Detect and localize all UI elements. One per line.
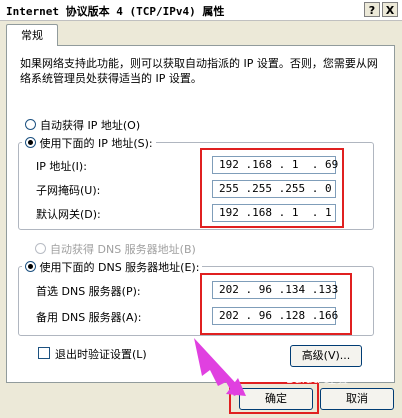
- auto-dns-label: 自动获得 DNS 服务器地址(B): [50, 243, 196, 256]
- alternate-dns-label: 备用 DNS 服务器(A):: [36, 311, 142, 324]
- radio-auto-dns[interactable]: [35, 243, 46, 254]
- default-gateway-label: 默认网关(D):: [36, 208, 101, 221]
- advanced-button[interactable]: 高级(V)...: [290, 345, 362, 367]
- window-title: Internet 协议版本 4 (TCP/IPv4) 属性: [6, 5, 225, 18]
- subnet-mask-label: 子网掩码(U):: [36, 184, 101, 197]
- validate-on-exit-label: 退出时验证设置(L): [55, 348, 147, 361]
- dns-highlight-box: [200, 273, 352, 335]
- cancel-button[interactable]: 取消: [320, 388, 394, 410]
- radio-auto-ip[interactable]: [25, 119, 36, 130]
- watermark: Baidu 经验: [286, 372, 348, 386]
- auto-ip-label: 自动获得 IP 地址(O): [40, 119, 141, 132]
- manual-ip-label: 使用下面的 IP 地址(S):: [39, 137, 153, 150]
- ip-highlight-box: [200, 148, 344, 228]
- manual-dns-label: 使用下面的 DNS 服务器地址(E):: [39, 261, 200, 274]
- tab-general[interactable]: 常规: [6, 24, 58, 46]
- annotation-arrow-icon: [194, 338, 246, 396]
- help-button[interactable]: ?: [364, 2, 380, 17]
- manual-ip-legend: 使用下面的 IP 地址(S):: [22, 135, 156, 151]
- manual-dns-legend: 使用下面的 DNS 服务器地址(E):: [22, 259, 203, 275]
- title-bar: Internet 协议版本 4 (TCP/IPv4) 属性 ? X: [0, 0, 402, 21]
- preferred-dns-label: 首选 DNS 服务器(P):: [36, 285, 141, 298]
- radio-manual-dns[interactable]: [25, 261, 36, 272]
- close-button[interactable]: X: [382, 2, 398, 17]
- description-text: 如果网络支持此功能，则可以获取自动指派的 IP 设置。否则，您需要从网络系统管理…: [20, 57, 378, 85]
- radio-manual-ip[interactable]: [25, 137, 36, 148]
- validate-on-exit-checkbox[interactable]: [38, 347, 50, 359]
- ip-address-label: IP 地址(I):: [36, 160, 87, 173]
